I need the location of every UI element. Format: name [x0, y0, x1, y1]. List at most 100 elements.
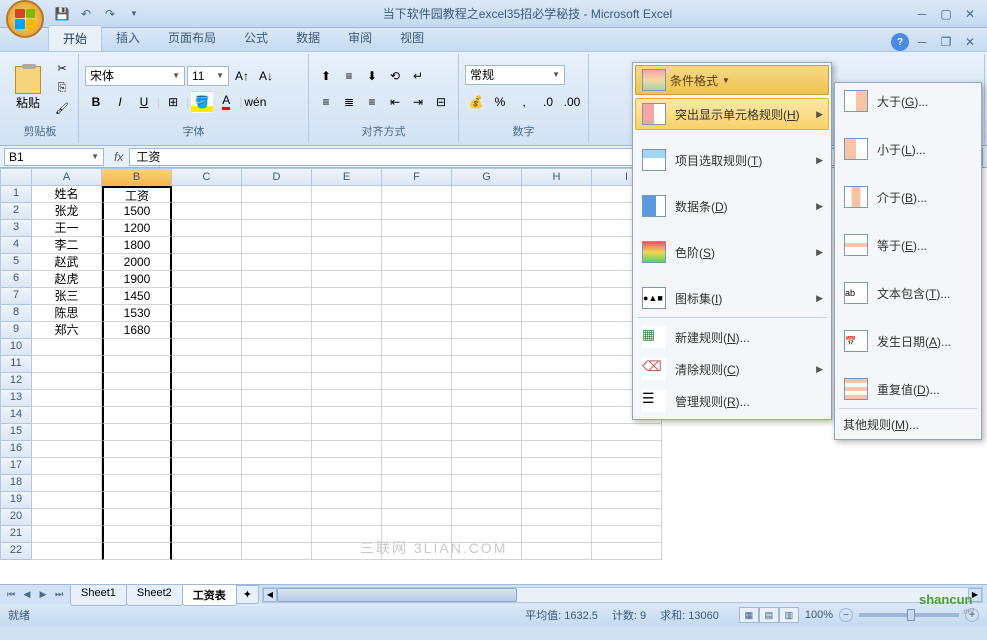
row-header[interactable]: 4	[0, 237, 32, 254]
cell-D11[interactable]	[242, 356, 312, 373]
cell-C15[interactable]	[172, 424, 242, 441]
cell-F13[interactable]	[382, 390, 452, 407]
copy-icon[interactable]: ⎘	[52, 80, 72, 98]
cell-G8[interactable]	[452, 305, 522, 322]
save-icon[interactable]: 💾	[52, 4, 72, 24]
font-name-combo[interactable]: 宋体▼	[85, 66, 185, 86]
cell-B17[interactable]	[102, 458, 172, 475]
cell-I15[interactable]	[592, 424, 662, 441]
paste-button[interactable]: 粘贴	[8, 62, 48, 115]
zoom-level[interactable]: 100%	[805, 609, 833, 621]
number-format-combo[interactable]: 常规▼	[465, 65, 565, 85]
cell-A9[interactable]: 郑六	[32, 322, 102, 339]
cell-D9[interactable]	[242, 322, 312, 339]
ribbon-tab-6[interactable]: 视图	[386, 25, 438, 51]
cell-F4[interactable]	[382, 237, 452, 254]
cell-D1[interactable]	[242, 186, 312, 203]
cell-C10[interactable]	[172, 339, 242, 356]
cell-G21[interactable]	[452, 526, 522, 543]
cell-F6[interactable]	[382, 271, 452, 288]
cf-manage-clear[interactable]: ⌫清除规则(C)▶	[635, 353, 829, 385]
cell-C4[interactable]	[172, 237, 242, 254]
cell-D20[interactable]	[242, 509, 312, 526]
cell-C2[interactable]	[172, 203, 242, 220]
cell-B5[interactable]: 2000	[102, 254, 172, 271]
increase-decimal-icon[interactable]: .0	[537, 91, 559, 113]
cell-B6[interactable]: 1900	[102, 271, 172, 288]
cell-G17[interactable]	[452, 458, 522, 475]
cell-B7[interactable]: 1450	[102, 288, 172, 305]
row-header[interactable]: 14	[0, 407, 32, 424]
scroll-right-icon[interactable]: ▶	[968, 588, 982, 602]
cell-C13[interactable]	[172, 390, 242, 407]
italic-button[interactable]: I	[109, 91, 131, 113]
cell-D16[interactable]	[242, 441, 312, 458]
cell-D13[interactable]	[242, 390, 312, 407]
cell-E20[interactable]	[312, 509, 382, 526]
cell-H10[interactable]	[522, 339, 592, 356]
cell-C11[interactable]	[172, 356, 242, 373]
ribbon-tab-4[interactable]: 数据	[282, 25, 334, 51]
row-header[interactable]: 22	[0, 543, 32, 560]
cf-item-iconset[interactable]: ●▲■图标集(I)▶	[635, 282, 829, 314]
cell-B16[interactable]	[102, 441, 172, 458]
cell-F16[interactable]	[382, 441, 452, 458]
cell-C14[interactable]	[172, 407, 242, 424]
cell-G3[interactable]	[452, 220, 522, 237]
cell-A8[interactable]: 陈思	[32, 305, 102, 322]
cell-B1[interactable]: 工资	[102, 186, 172, 203]
cell-G18[interactable]	[452, 475, 522, 492]
cell-C3[interactable]	[172, 220, 242, 237]
cell-H8[interactable]	[522, 305, 592, 322]
cell-F18[interactable]	[382, 475, 452, 492]
font-size-combo[interactable]: 11▼	[187, 66, 229, 86]
cell-E9[interactable]	[312, 322, 382, 339]
cell-B21[interactable]	[102, 526, 172, 543]
cell-F8[interactable]	[382, 305, 452, 322]
cell-B15[interactable]	[102, 424, 172, 441]
cell-F14[interactable]	[382, 407, 452, 424]
col-header-E[interactable]: E	[312, 168, 382, 186]
qat-customize-icon[interactable]: ▼	[124, 4, 144, 24]
more-rules-item[interactable]: 其他规则(M)...	[837, 412, 979, 437]
cell-H5[interactable]	[522, 254, 592, 271]
row-header[interactable]: 12	[0, 373, 32, 390]
decrease-decimal-icon[interactable]: .00	[561, 91, 583, 113]
cell-B19[interactable]	[102, 492, 172, 509]
close-icon[interactable]: ✕	[959, 5, 981, 23]
border-icon[interactable]: ⊞	[162, 91, 184, 113]
cell-E5[interactable]	[312, 254, 382, 271]
cell-A20[interactable]	[32, 509, 102, 526]
col-header-C[interactable]: C	[172, 168, 242, 186]
cell-B9[interactable]: 1680	[102, 322, 172, 339]
cell-G2[interactable]	[452, 203, 522, 220]
cell-H13[interactable]	[522, 390, 592, 407]
cell-H22[interactable]	[522, 543, 592, 560]
sheet-tab-2[interactable]: 工资表	[182, 584, 237, 606]
row-header[interactable]: 13	[0, 390, 32, 407]
cell-I18[interactable]	[592, 475, 662, 492]
cell-C8[interactable]	[172, 305, 242, 322]
cell-H12[interactable]	[522, 373, 592, 390]
cell-B2[interactable]: 1500	[102, 203, 172, 220]
cell-D21[interactable]	[242, 526, 312, 543]
cell-G5[interactable]	[452, 254, 522, 271]
hl-item-gt[interactable]: 大于(G)...	[837, 85, 979, 117]
cell-E4[interactable]	[312, 237, 382, 254]
cell-B11[interactable]	[102, 356, 172, 373]
cell-C12[interactable]	[172, 373, 242, 390]
cell-A18[interactable]	[32, 475, 102, 492]
cell-E3[interactable]	[312, 220, 382, 237]
col-header-D[interactable]: D	[242, 168, 312, 186]
cell-C16[interactable]	[172, 441, 242, 458]
new-sheet-button[interactable]: ✦	[236, 585, 259, 604]
cell-A15[interactable]	[32, 424, 102, 441]
cell-G6[interactable]	[452, 271, 522, 288]
ribbon-tab-1[interactable]: 插入	[102, 25, 154, 51]
cell-C1[interactable]	[172, 186, 242, 203]
cell-E21[interactable]	[312, 526, 382, 543]
cell-C22[interactable]	[172, 543, 242, 560]
cell-B22[interactable]	[102, 543, 172, 560]
row-header[interactable]: 10	[0, 339, 32, 356]
cell-B13[interactable]	[102, 390, 172, 407]
